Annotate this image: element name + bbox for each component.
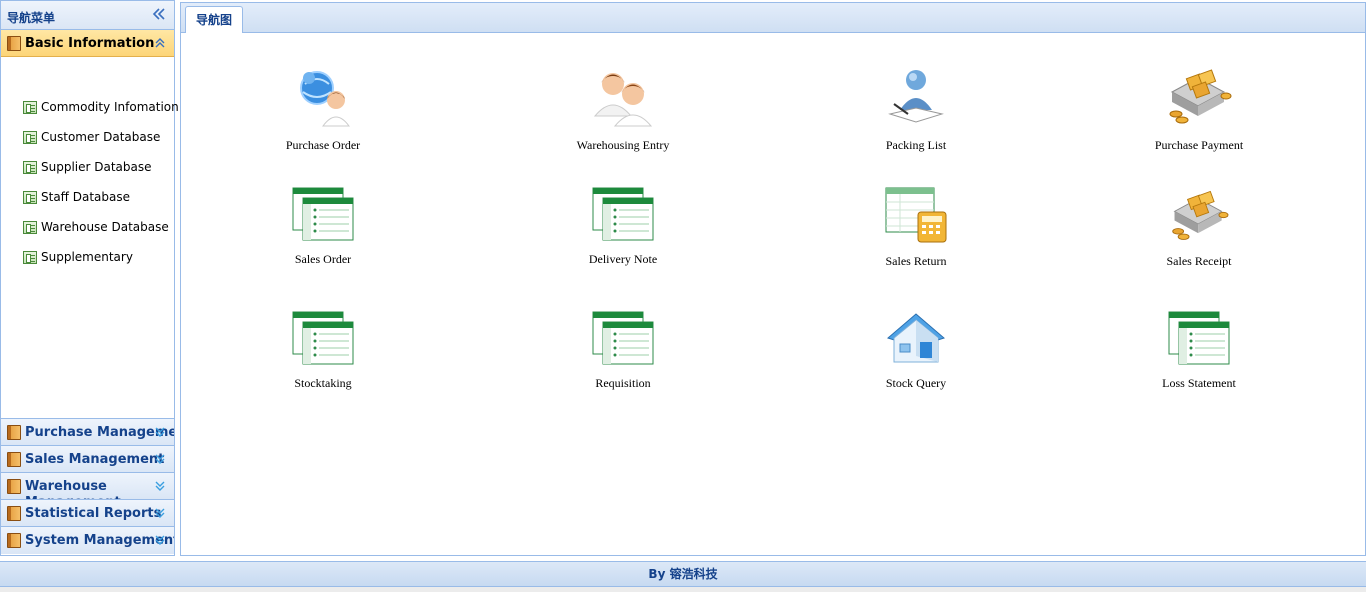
tile-label: Packing List: [885, 138, 947, 152]
tile-sales-order[interactable]: Sales Order: [223, 186, 423, 286]
chevron-down-icon[interactable]: [154, 426, 166, 438]
menu-item-label: Warehouse Database: [41, 220, 169, 234]
tile-sales-receipt[interactable]: Sales Receipt: [1099, 186, 1299, 286]
tile-label: Warehousing Entry: [576, 138, 670, 152]
document-icon: [23, 161, 37, 174]
tile-warehousing-entry[interactable]: Warehousing Entry: [523, 64, 723, 164]
tile-stocktaking[interactable]: Stocktaking: [223, 310, 423, 410]
book-icon: [7, 36, 21, 51]
chevron-down-icon[interactable]: [154, 480, 166, 492]
menu-item-label: Customer Database: [41, 130, 161, 144]
boxes-coins-icon: [1169, 69, 1232, 124]
tile-stock-query[interactable]: Stock Query: [816, 310, 1016, 410]
basic-information-menu: Commodity Infomation Customer Database S…: [1, 57, 179, 419]
book-icon: [7, 425, 21, 440]
book-icon: [7, 479, 21, 494]
chevron-up-icon[interactable]: [154, 37, 166, 49]
house-icon: [887, 313, 945, 363]
document-icon: [23, 221, 37, 234]
tile-requisition[interactable]: Requisition: [523, 310, 723, 410]
document-icon: [23, 131, 37, 144]
spreadsheet-icon: [292, 187, 354, 241]
menu-item-commodity-information[interactable]: Commodity Infomation: [1, 100, 179, 131]
tab-navigation-map[interactable]: 导航图: [185, 6, 244, 33]
document-icon: [23, 101, 37, 114]
spreadsheet-icon: [592, 311, 654, 365]
double-chevron-left-icon[interactable]: [152, 7, 166, 21]
tile-label: Loss Statement: [1162, 376, 1236, 390]
tile-label: Sales Receipt: [1166, 254, 1232, 268]
sidebar-header: 导航菜单: [1, 1, 174, 30]
panel-label: Sales Management: [25, 452, 165, 467]
tile-purchase-order[interactable]: Purchase Order: [223, 64, 423, 164]
tile-label: Stock Query: [885, 376, 947, 390]
tile-delivery-note[interactable]: Delivery Note: [523, 186, 723, 286]
footer-credit: By 镕浩科技: [648, 567, 718, 581]
menu-item-supplementary[interactable]: Supplementary: [1, 250, 174, 281]
panel-sales-management[interactable]: Sales Management: [1, 446, 174, 473]
boxes-coins-icon: [1172, 190, 1229, 240]
menu-item-label: Supplier Database: [41, 160, 152, 174]
menu-item-supplier-database[interactable]: Supplier Database: [1, 160, 174, 191]
spreadsheet-icon: [1168, 311, 1230, 365]
tile-purchase-payment[interactable]: Purchase Payment: [1099, 64, 1299, 164]
tile-label: Requisition: [595, 376, 651, 390]
tile-loss-statement[interactable]: Loss Statement: [1099, 310, 1299, 410]
navigation-sidebar: 导航菜单 Basic Information Commodity Infomat…: [0, 0, 179, 556]
tile-sales-return[interactable]: Sales Return: [816, 186, 1016, 286]
user-writing-icon: [888, 70, 944, 123]
panel-statistical-reports[interactable]: Statistical Reports: [1, 500, 174, 527]
main-panel: 导航图 Purchase Order Warehousing Entry Pac…: [180, 2, 1366, 556]
tile-label: Sales Return: [885, 254, 947, 268]
navigation-grid: Purchase Order Warehousing Entry Packing…: [181, 34, 1365, 554]
book-icon: [7, 506, 21, 521]
two-users-icon: [593, 73, 653, 127]
users-globe-icon: [300, 71, 350, 127]
sidebar-title: 导航菜单: [7, 11, 56, 25]
panel-basic-information[interactable]: Basic Information: [1, 30, 174, 57]
menu-item-staff-database[interactable]: Staff Database: [1, 190, 174, 221]
calculator-sheet-icon: [885, 187, 947, 243]
menu-item-label: Supplementary: [41, 250, 133, 264]
tab-bar: 导航图: [181, 3, 1365, 33]
tile-label: Sales Order: [294, 252, 352, 266]
menu-item-label: Staff Database: [41, 190, 131, 204]
panel-label: System Management: [25, 533, 174, 548]
status-bar: [0, 587, 1366, 592]
menu-item-warehouse-database[interactable]: Warehouse Database: [1, 220, 174, 251]
tile-label: Purchase Payment: [1154, 138, 1244, 152]
footer: By 镕浩科技: [0, 561, 1366, 587]
panel-label: Purchase Management: [25, 425, 174, 440]
panel-label: Warehouse Management: [25, 479, 121, 499]
menu-item-customer-database[interactable]: Customer Database: [1, 130, 174, 161]
document-icon: [23, 191, 37, 204]
panel-label: Basic Information: [25, 36, 155, 51]
panel-purchase-management[interactable]: Purchase Management: [1, 419, 174, 446]
book-icon: [7, 533, 21, 548]
tile-packing-list[interactable]: Packing List: [816, 64, 1016, 164]
spreadsheet-icon: [592, 187, 654, 241]
panel-warehouse-management[interactable]: Warehouse Management: [1, 473, 174, 500]
document-icon: [23, 251, 37, 264]
chevron-down-icon[interactable]: [154, 534, 166, 546]
chevron-down-icon[interactable]: [154, 453, 166, 465]
panel-system-management[interactable]: System Management: [1, 527, 174, 554]
spreadsheet-icon: [292, 311, 354, 365]
menu-item-label: Commodity Infomation: [41, 100, 179, 114]
tile-label: Purchase Order: [285, 138, 361, 152]
tile-label: Delivery Note: [588, 252, 658, 266]
panel-label: Statistical Reports: [25, 506, 162, 521]
book-icon: [7, 452, 21, 467]
chevron-down-icon[interactable]: [154, 507, 166, 519]
tile-label: Stocktaking: [294, 376, 352, 390]
